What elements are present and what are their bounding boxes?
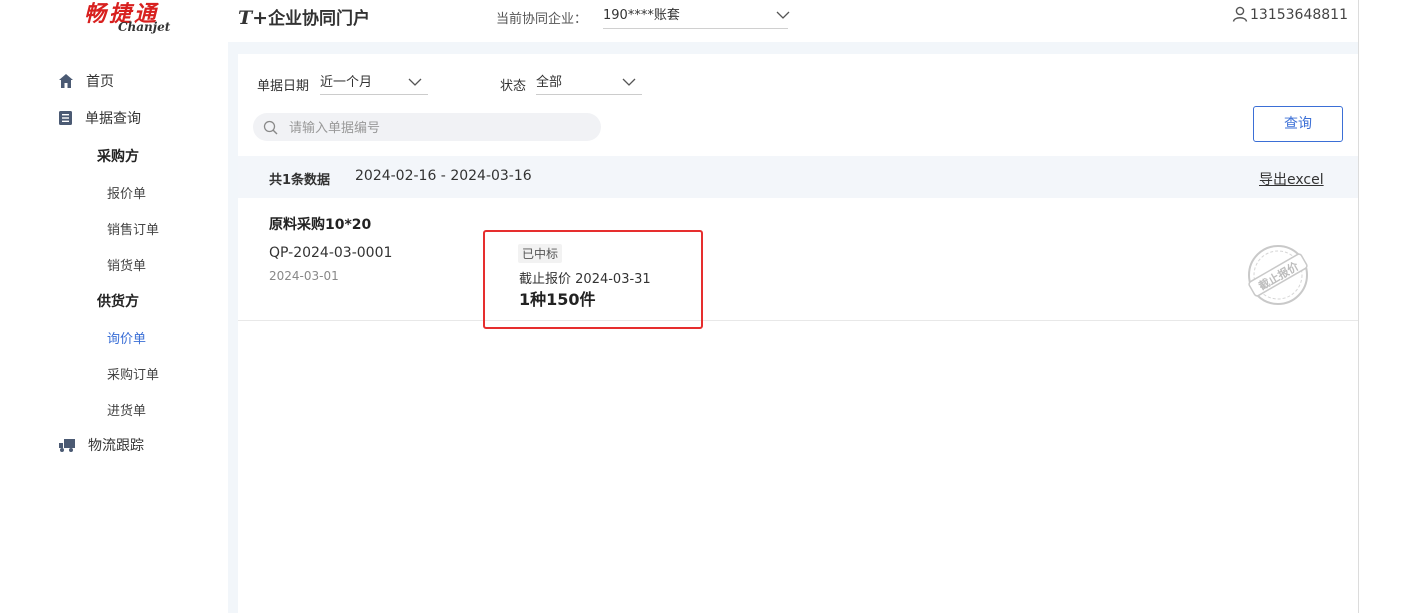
sidebar: 首页 单据查询 采购方 报价单 销售订单 销货单 供货方 询价单 采购订单 进货…: [38, 42, 228, 613]
sidebar-item-label: 单据查询: [85, 111, 141, 127]
result-date-range: 2024-02-16 - 2024-03-16: [355, 168, 532, 184]
chevron-down-icon: [408, 78, 422, 86]
document-list-icon: [59, 111, 72, 125]
company-label: 当前协同企业：: [496, 12, 588, 27]
company-select-value: 190****账套: [603, 8, 680, 23]
company-select[interactable]: 190****账套: [603, 4, 790, 29]
tplus-mark: T+: [238, 7, 269, 29]
sidebar-item-purchase-order[interactable]: 采购订单: [107, 364, 159, 383]
export-excel-link[interactable]: 导出excel: [1259, 169, 1324, 189]
sidebar-item-sales-delivery[interactable]: 销货单: [107, 255, 146, 274]
app-frame: 畅捷通 Chanjet T+企业协同门户 当前协同企业： 190****账套 1…: [38, 0, 1359, 613]
home-icon: [59, 74, 73, 88]
sidebar-item-logistics[interactable]: 物流跟踪: [58, 434, 144, 456]
search-input[interactable]: [287, 117, 591, 139]
logo-en-text: Chanjet: [118, 20, 171, 34]
result-count: 共1条数据: [269, 173, 331, 188]
result-summary-bar: 共1条数据 2024-02-16 - 2024-03-16 导出excel: [238, 156, 1358, 198]
sidebar-group-buyer: 采购方: [97, 149, 139, 165]
date-filter-label: 单据日期: [257, 79, 310, 94]
chevron-down-icon: [776, 11, 790, 19]
status-filter-value: 全部: [536, 75, 563, 90]
record-date: 2024-03-01: [269, 269, 339, 283]
sidebar-item-home[interactable]: 首页: [58, 70, 114, 92]
status-filter-label: 状态: [500, 79, 527, 94]
status-filter-select[interactable]: 全部: [536, 72, 642, 95]
sidebar-item-inquiry[interactable]: 询价单: [107, 328, 146, 347]
main-panel: 单据日期 近一个月 状态 全部 查询 共1条数据 2024-02-16 - 20…: [238, 54, 1358, 613]
portal-title: T+企业协同门户: [238, 4, 370, 29]
sidebar-item-quotation[interactable]: 报价单: [107, 183, 146, 202]
portal-title-text: 企业协同门户: [268, 9, 371, 29]
sidebar-group-supplier: 供货方: [97, 294, 139, 310]
query-button[interactable]: 查询: [1253, 106, 1343, 142]
sidebar-item-sales-order[interactable]: 销售订单: [107, 219, 159, 238]
chevron-down-icon: [622, 78, 636, 86]
record-title: 原料采购10*20: [269, 217, 372, 233]
sidebar-item-label: 首页: [86, 74, 114, 90]
quote-closed-stamp-icon: 截止报价: [1248, 245, 1308, 305]
sidebar-item-purchase-receipt[interactable]: 进货单: [107, 400, 146, 419]
top-header: 畅捷通 Chanjet T+企业协同门户 当前协同企业： 190****账套 1…: [38, 0, 1358, 42]
date-filter-value: 近一个月: [320, 75, 373, 90]
user-icon: [1232, 6, 1248, 22]
search-box: [253, 113, 601, 141]
search-icon: [263, 120, 278, 135]
date-filter-select[interactable]: 近一个月: [320, 72, 428, 95]
user-account[interactable]: 13153648811: [1232, 6, 1348, 23]
user-phone: 13153648811: [1250, 7, 1348, 23]
record-card[interactable]: 原料采购10*20 QP-2024-03-0001 2024-03-01 已中标…: [238, 200, 1358, 329]
sidebar-item-label: 物流跟踪: [88, 438, 144, 454]
highlight-box: [483, 230, 703, 329]
record-code: QP-2024-03-0001: [269, 245, 393, 261]
truck-icon: [59, 439, 75, 452]
chanjet-logo: 畅捷通 Chanjet: [84, 0, 204, 40]
sidebar-item-doc-query[interactable]: 单据查询: [58, 107, 141, 129]
